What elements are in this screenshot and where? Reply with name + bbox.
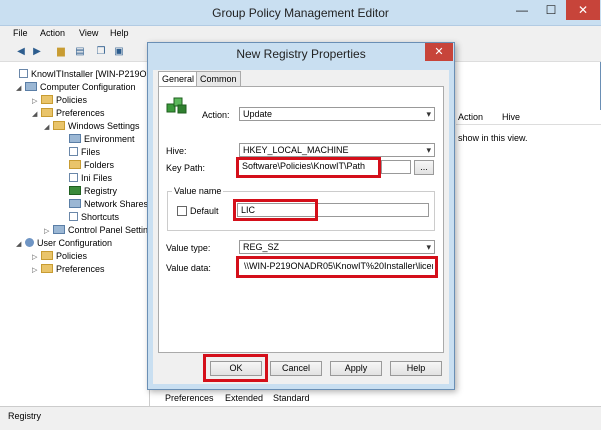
- menu-help[interactable]: Help: [110, 28, 129, 38]
- tree-item-registry[interactable]: Registry: [60, 185, 117, 198]
- folder-icon: [41, 95, 53, 104]
- ini-file-icon: [69, 173, 78, 182]
- hive-select[interactable]: HKEY_LOCAL_MACHINE: [239, 143, 435, 157]
- tree-item-root[interactable]: KnowITInstaller [WIN-P219ON: [10, 68, 149, 81]
- file-icon: [69, 147, 78, 156]
- default-checkbox-label: Default: [190, 206, 219, 216]
- value-data-label: Value data:: [166, 263, 211, 273]
- tab-standard[interactable]: Standard: [273, 393, 310, 403]
- folder-icon: [53, 121, 65, 130]
- value-type-select[interactable]: REG_SZ: [239, 240, 435, 254]
- tab-preferences[interactable]: Preferences: [165, 393, 214, 403]
- cancel-button[interactable]: Cancel: [270, 361, 322, 376]
- tab-extended[interactable]: Extended: [225, 393, 263, 403]
- tree-item-user-policies[interactable]: ▷ Policies: [32, 250, 87, 263]
- control-panel-icon: [53, 225, 65, 234]
- action-label: Action:: [202, 110, 230, 120]
- tree-item-user-configuration[interactable]: ◢ User Configuration: [16, 237, 112, 250]
- bottom-tab-strip: [150, 392, 601, 406]
- registry-cubes-icon: [166, 95, 188, 115]
- minimize-button[interactable]: —: [508, 0, 536, 20]
- environment-icon: [69, 134, 81, 143]
- back-icon[interactable]: ◀: [14, 45, 28, 58]
- tree-item-folders[interactable]: Folders: [60, 159, 114, 172]
- close-button[interactable]: ✕: [566, 0, 600, 20]
- shortcut-icon: [69, 212, 78, 221]
- details-pane: [456, 110, 601, 406]
- tab-common[interactable]: Common: [196, 71, 241, 86]
- paste-icon[interactable]: ▣: [112, 45, 126, 58]
- tree-item-shortcuts[interactable]: Shortcuts: [60, 211, 119, 224]
- folder-icon: [41, 108, 53, 117]
- tree-item-network-shares[interactable]: Network Shares: [60, 198, 148, 211]
- properties-icon[interactable]: ▤: [73, 45, 87, 58]
- key-path-label: Key Path:: [166, 163, 206, 173]
- value-name-highlight: [233, 199, 318, 221]
- maximize-button[interactable]: ☐: [537, 0, 565, 20]
- default-checkbox[interactable]: [177, 206, 187, 216]
- copy-icon[interactable]: ❐: [94, 45, 108, 58]
- status-text: Registry: [8, 411, 42, 421]
- tree-item-environment[interactable]: Environment: [60, 133, 135, 146]
- menu-file[interactable]: File: [13, 28, 28, 38]
- tree-item-computer-configuration[interactable]: ◢ Computer Configuration: [16, 81, 136, 94]
- help-button[interactable]: Help: [390, 361, 442, 376]
- tree-item-control-panel-settings[interactable]: ▷ Control Panel Settin: [44, 224, 148, 237]
- menu-action[interactable]: Action: [40, 28, 65, 38]
- value-name-group-label: Value name: [172, 186, 224, 196]
- tab-general[interactable]: General: [158, 71, 199, 86]
- status-bar: [0, 406, 601, 430]
- user-icon: [25, 238, 34, 247]
- tree-item-ini-files[interactable]: Ini Files: [60, 172, 112, 185]
- folder-icon: [69, 160, 81, 169]
- computer-icon: [25, 82, 37, 91]
- empty-view-text: show in this view.: [458, 133, 528, 143]
- tree-item-files[interactable]: Files: [60, 146, 100, 159]
- menu-view[interactable]: View: [79, 28, 98, 38]
- up-folder-icon[interactable]: ▆: [54, 45, 68, 58]
- dialog-close-button[interactable]: ✕: [425, 43, 453, 61]
- value-data-highlight: [236, 256, 438, 278]
- hive-label: Hive:: [166, 146, 187, 156]
- folder-icon: [41, 251, 53, 260]
- forward-icon[interactable]: ▶: [30, 45, 44, 58]
- tree-item-user-preferences[interactable]: ▷ Preferences: [32, 263, 105, 276]
- tree-item-windows-settings[interactable]: ◢ Windows Settings: [44, 120, 140, 133]
- action-select[interactable]: Update: [239, 107, 435, 121]
- key-path-highlight: [236, 157, 381, 178]
- apply-button[interactable]: Apply: [330, 361, 382, 376]
- gpo-icon: [19, 69, 28, 78]
- folder-icon: [41, 264, 53, 273]
- network-share-icon: [69, 199, 81, 208]
- column-hive[interactable]: Hive: [502, 112, 520, 122]
- value-type-label: Value type:: [166, 243, 211, 253]
- browse-button[interactable]: ...: [414, 160, 434, 175]
- key-path-field-tail[interactable]: [381, 160, 411, 174]
- column-action[interactable]: Action: [458, 112, 483, 122]
- tree-item-policies[interactable]: ▷ Policies: [32, 94, 87, 107]
- ok-button-highlight: [203, 354, 268, 382]
- dialog-title: New Registry Properties: [236, 47, 366, 61]
- tree-item-preferences[interactable]: ◢ Preferences: [32, 107, 105, 120]
- tree-panel: KnowITInstaller [WIN-P219ON ◢ Computer Co…: [0, 62, 150, 406]
- registry-icon: [69, 186, 81, 195]
